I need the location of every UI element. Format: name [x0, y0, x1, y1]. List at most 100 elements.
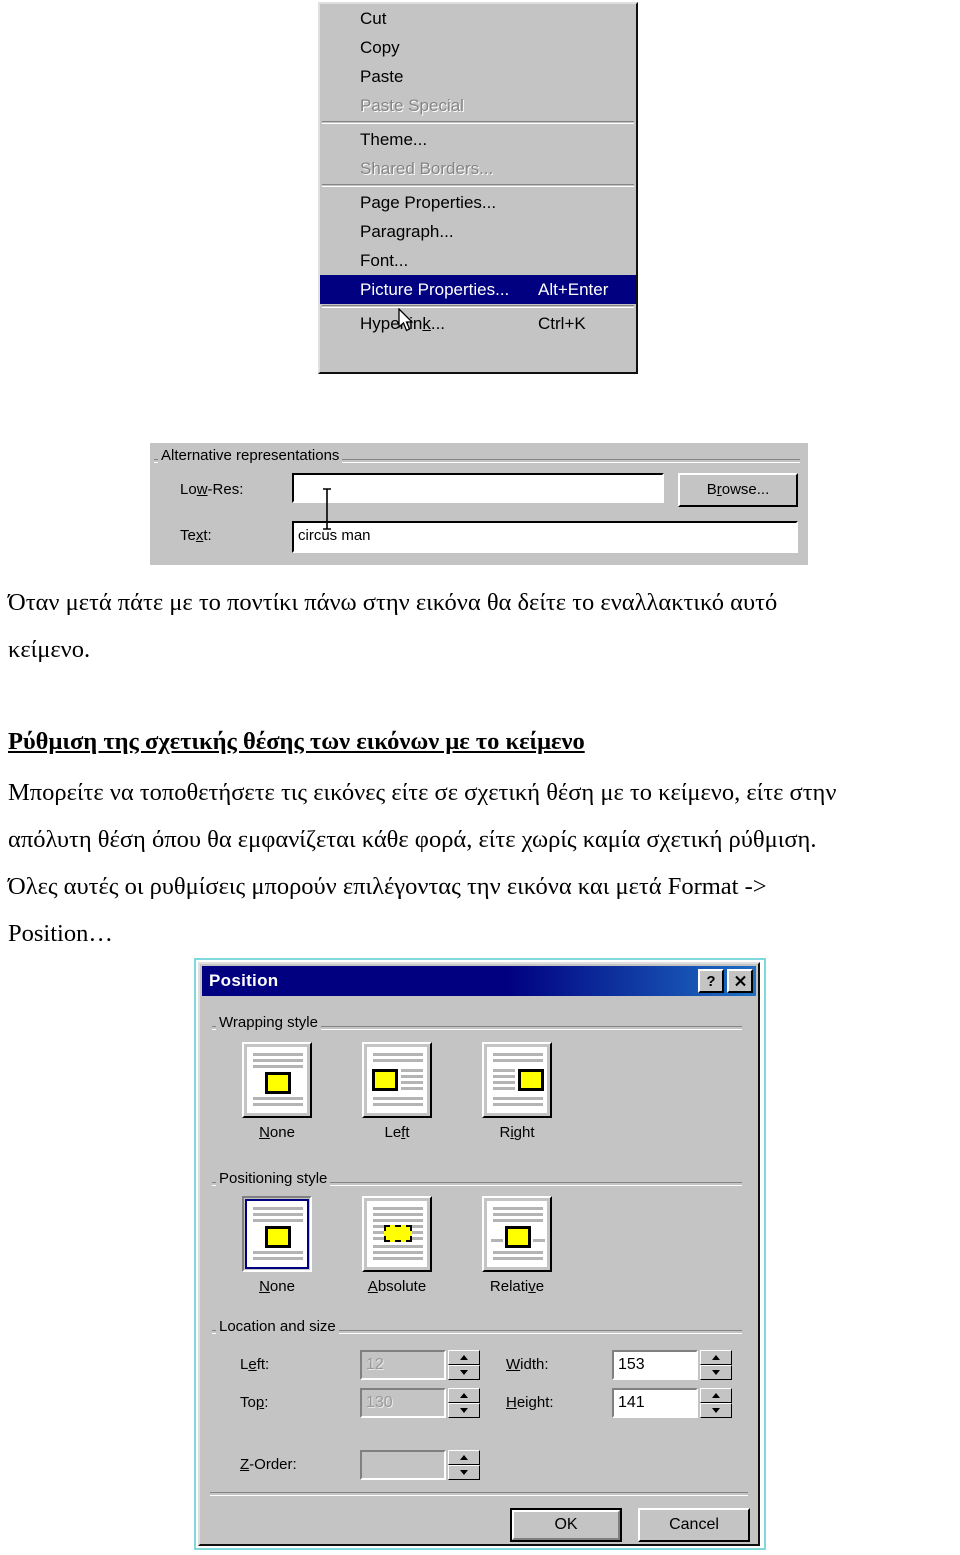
width-spinner[interactable]: 153 — [612, 1350, 732, 1380]
menu-item-hyperlink[interactable]: Hyperlink... Ctrl+K — [320, 309, 636, 338]
context-menu[interactable]: Cut Copy Paste Paste Special Theme... Sh… — [318, 2, 638, 374]
menu-item-paste[interactable]: Paste — [320, 62, 636, 91]
left-spinner-arrows[interactable] — [448, 1350, 480, 1380]
menu-item-label: Paste Special — [360, 96, 464, 115]
zorder-field-label: Z-Order: — [240, 1456, 297, 1473]
zorder-input — [360, 1450, 446, 1480]
close-x-icon — [734, 975, 746, 987]
width-field-label: Width: — [506, 1356, 549, 1373]
height-spinner-arrows[interactable] — [700, 1388, 732, 1418]
ok-button-label: OK — [554, 1516, 578, 1533]
text-cursor-ibeam-icon — [323, 488, 331, 530]
menu-item-shared-borders: Shared Borders... — [320, 154, 636, 183]
menu-item-label: Paste — [360, 67, 404, 86]
wrapping-style-none-button[interactable] — [242, 1042, 312, 1118]
wrapping-style-group-title: Wrapping style — [216, 1014, 321, 1031]
browse-button[interactable]: Browse... — [678, 473, 798, 507]
lowres-input[interactable] — [292, 473, 664, 503]
paragraph-1-line-1: Όταν μετά πάτε με το ποντίκι πάνω στην ε… — [8, 589, 778, 616]
spinner-down-icon[interactable] — [448, 1365, 480, 1380]
menu-separator — [322, 305, 634, 308]
spinner-up-icon[interactable] — [448, 1450, 480, 1465]
positioning-relative-icon — [487, 1201, 547, 1267]
positioning-style-group-title: Positioning style — [216, 1170, 331, 1187]
positioning-none-icon — [245, 1199, 309, 1269]
positioning-style-absolute-button[interactable] — [362, 1196, 432, 1272]
menu-item-cut[interactable]: Cut — [320, 4, 636, 33]
left-field-label: Left: — [240, 1356, 270, 1373]
paragraph-2-line-3: Όλες αυτές οι ρυθμίσεις μπορούν επιλέγον… — [8, 873, 767, 900]
location-size-group-title: Location and size — [216, 1318, 339, 1335]
positioning-style-absolute-label: Absolute — [367, 1278, 427, 1295]
alt-text-input[interactable]: circus man — [292, 521, 798, 553]
help-button[interactable]: ? — [698, 969, 724, 993]
paragraph-2-line-1: Μπορείτε να τοποθετήσετε τις εικόνες είτ… — [8, 779, 837, 806]
text-label: Text: — [180, 527, 212, 544]
spinner-down-icon[interactable] — [448, 1403, 480, 1418]
menu-item-page-properties[interactable]: Page Properties... — [320, 188, 636, 217]
menu-item-label: Paragraph... — [360, 222, 454, 241]
menu-item-paste-special: Paste Special — [320, 91, 636, 120]
menu-item-copy[interactable]: Copy — [320, 33, 636, 62]
spinner-up-icon[interactable] — [700, 1350, 732, 1365]
ok-button[interactable]: OK — [510, 1508, 622, 1542]
menu-separator — [322, 121, 634, 124]
positioning-style-relative-button[interactable] — [482, 1196, 552, 1272]
wrapping-style-right-button[interactable] — [482, 1042, 552, 1118]
height-input[interactable]: 141 — [612, 1388, 698, 1418]
spinner-up-icon[interactable] — [448, 1350, 480, 1365]
wrapping-style-none-label: None — [259, 1124, 295, 1141]
close-icon[interactable] — [727, 969, 753, 993]
spinner-down-icon[interactable] — [448, 1465, 480, 1480]
paragraph-2-line-2: απόλυτη θέση όπου θα εμφανίζεται κάθε φο… — [8, 826, 817, 853]
zorder-spinner-arrows[interactable] — [448, 1450, 480, 1480]
left-input: 12 — [360, 1350, 446, 1380]
menu-item-label: Hyperlink... — [360, 314, 446, 333]
width-input[interactable]: 153 — [612, 1350, 698, 1380]
top-field-label: Top: — [240, 1394, 269, 1411]
dialog-footer-separator — [210, 1492, 748, 1496]
menu-item-picture-properties[interactable]: Picture Properties... Alt+Enter — [320, 275, 636, 304]
zorder-spinner[interactable] — [360, 1450, 480, 1480]
positioning-style-relative-label: Relative — [489, 1278, 545, 1295]
menu-separator — [322, 184, 634, 187]
group-box-title: Alternative representations — [158, 447, 343, 464]
top-spinner[interactable]: 130 — [360, 1388, 480, 1418]
menu-item-label: Cut — [360, 9, 387, 28]
positioning-style-none-label: None — [259, 1278, 295, 1295]
paragraph-2-line-4: Position… — [8, 920, 113, 947]
top-input: 130 — [360, 1388, 446, 1418]
menu-item-label: Theme... — [360, 130, 428, 149]
positioning-absolute-icon — [367, 1201, 427, 1267]
wrapping-left-icon — [367, 1047, 427, 1113]
spinner-down-icon[interactable] — [700, 1365, 732, 1380]
menu-item-font[interactable]: Font... — [320, 246, 636, 275]
menu-item-accelerator: Ctrl+K — [538, 314, 586, 333]
width-spinner-arrows[interactable] — [700, 1350, 732, 1380]
paragraph-1-line-2: κείμενο. — [8, 636, 91, 663]
menu-item-label: Font... — [360, 251, 409, 270]
dialog-titlebar[interactable]: Position ? — [202, 966, 756, 996]
positioning-style-none-button[interactable] — [242, 1196, 312, 1272]
spinner-up-icon[interactable] — [448, 1388, 480, 1403]
height-spinner[interactable]: 141 — [612, 1388, 732, 1418]
cancel-button-label: Cancel — [669, 1516, 719, 1533]
dialog-title: Position — [209, 971, 279, 990]
menu-item-label: Page Properties... — [360, 193, 497, 212]
top-spinner-arrows[interactable] — [448, 1388, 480, 1418]
lowres-label: Low-Res: — [180, 481, 244, 498]
wrapping-style-left-button[interactable] — [362, 1042, 432, 1118]
wrapping-style-right-label: Right — [499, 1124, 535, 1141]
menu-item-label: Shared Borders... — [360, 159, 494, 178]
alternative-representations-panel: Alternative representations Low-Res: Bro… — [150, 443, 808, 565]
menu-item-paragraph[interactable]: Paragraph... — [320, 217, 636, 246]
cancel-button[interactable]: Cancel — [638, 1508, 750, 1542]
spinner-up-icon[interactable] — [700, 1388, 732, 1403]
spinner-down-icon[interactable] — [700, 1403, 732, 1418]
wrapping-style-left-label: Left — [384, 1124, 410, 1141]
menu-item-theme[interactable]: Theme... — [320, 125, 636, 154]
section-heading: Ρύθμιση της σχετικής θέσης των εικόνων μ… — [8, 728, 585, 755]
height-field-label: Height: — [506, 1394, 554, 1411]
menu-item-label: Copy — [360, 38, 400, 57]
left-spinner[interactable]: 12 — [360, 1350, 480, 1380]
